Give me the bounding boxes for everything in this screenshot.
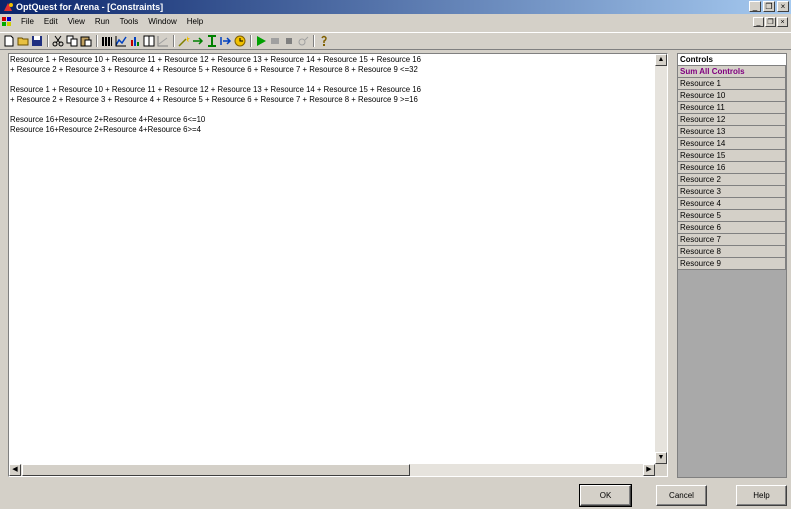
menu-edit[interactable]: Edit (39, 17, 63, 27)
bar-chart-icon[interactable] (129, 35, 141, 47)
control-item[interactable]: Resource 11 (678, 102, 786, 114)
control-item[interactable]: Resource 3 (678, 186, 786, 198)
paste-icon[interactable] (80, 35, 92, 47)
sigma-icon[interactable] (297, 35, 309, 47)
window-title: OptQuest for Arena - [Constraints] (16, 2, 164, 12)
resize-grip (655, 464, 667, 476)
scroll-right-icon[interactable]: ▶ (643, 464, 655, 476)
horizontal-scroll-thumb[interactable] (22, 464, 410, 476)
stop-icon[interactable] (283, 35, 295, 47)
constraint-line (10, 105, 654, 115)
constraint-line: + Resource 2 + Resource 3 + Resource 4 +… (10, 95, 418, 104)
menu-tools[interactable]: Tools (115, 17, 144, 27)
constraint-line: + Resource 2 + Resource 3 + Resource 4 +… (10, 65, 418, 74)
horizontal-scrollbar[interactable]: ◀ ▶ (9, 464, 655, 476)
control-item[interactable]: Resource 14 (678, 138, 786, 150)
scroll-left-icon[interactable]: ◀ (9, 464, 21, 476)
document-icon[interactable] (2, 17, 12, 27)
scroll-up-icon[interactable]: ▲ (655, 54, 667, 66)
scroll-down-icon[interactable]: ▼ (655, 452, 667, 464)
help-button[interactable]: Help (736, 485, 787, 506)
requirement-icon[interactable] (220, 35, 232, 47)
help-context-icon[interactable] (318, 35, 330, 47)
control-item[interactable]: Resource 4 (678, 198, 786, 210)
toolbar (0, 32, 791, 50)
copy-icon[interactable] (66, 35, 78, 47)
control-item[interactable]: Resource 12 (678, 114, 786, 126)
constraint-line: Resource 1 + Resource 10 + Resource 11 +… (10, 85, 421, 94)
close-button[interactable]: × (777, 1, 789, 12)
split-view-icon[interactable] (143, 35, 155, 47)
menu-bar: File Edit View Run Tools Window Help _ ❐… (0, 15, 791, 29)
control-item[interactable]: Resource 10 (678, 90, 786, 102)
controls-panel: Controls Sum All Controls Resource 1 Res… (677, 53, 787, 478)
title-bar: OptQuest for Arena - [Constraints] _ ❐ × (0, 0, 791, 14)
sum-all-controls[interactable]: Sum All Controls (678, 66, 786, 78)
control-item[interactable]: Resource 13 (678, 126, 786, 138)
constraints-editor[interactable]: Resource 1 + Resource 10 + Resource 11 +… (8, 53, 668, 477)
save-icon[interactable] (31, 35, 43, 47)
restore-button[interactable]: ❐ (763, 1, 775, 12)
controls-header: Controls (678, 54, 786, 66)
menu-file[interactable]: File (16, 17, 39, 27)
pause-icon[interactable] (269, 35, 281, 47)
run-icon[interactable] (255, 35, 267, 47)
wizard-icon[interactable] (178, 35, 190, 47)
scatter-icon[interactable] (157, 35, 169, 47)
control-item[interactable]: Resource 8 (678, 246, 786, 258)
constraint-line: Resource 1 + Resource 10 + Resource 11 +… (10, 55, 421, 64)
control-item[interactable]: Resource 15 (678, 150, 786, 162)
doc-minimize-button[interactable]: _ (753, 17, 764, 27)
menu-view[interactable]: View (63, 17, 90, 27)
open-folder-icon[interactable] (17, 35, 29, 47)
vertical-scrollbar[interactable]: ▲ ▼ (655, 54, 667, 464)
ok-button[interactable]: OK (579, 484, 632, 507)
control-item[interactable]: Resource 2 (678, 174, 786, 186)
doc-close-button[interactable]: × (777, 17, 788, 27)
options-clock-icon[interactable] (234, 35, 246, 47)
bar-table-icon[interactable] (101, 35, 113, 47)
new-file-icon[interactable] (3, 35, 15, 47)
cancel-button[interactable]: Cancel (656, 485, 707, 506)
constraint-icon[interactable] (192, 35, 204, 47)
control-item[interactable]: Resource 1 (678, 78, 786, 90)
menu-help[interactable]: Help (182, 17, 208, 27)
control-item[interactable]: Resource 9 (678, 258, 786, 270)
objective-icon[interactable] (206, 35, 218, 47)
menu-run[interactable]: Run (90, 17, 115, 27)
control-item[interactable]: Resource 5 (678, 210, 786, 222)
constraint-line: Resource 16+Resource 2+Resource 4+Resour… (10, 115, 206, 124)
app-icon (4, 3, 13, 11)
constraint-line: Resource 16+Resource 2+Resource 4+Resour… (10, 125, 201, 134)
line-chart-icon[interactable] (115, 35, 127, 47)
dialog-button-bar: OK Cancel Help (0, 480, 791, 509)
cut-icon[interactable] (52, 35, 64, 47)
control-item[interactable]: Resource 6 (678, 222, 786, 234)
control-item[interactable]: Resource 16 (678, 162, 786, 174)
menu-window[interactable]: Window (143, 17, 181, 27)
doc-restore-button[interactable]: ❐ (765, 17, 776, 27)
constraint-line (10, 75, 654, 85)
minimize-button[interactable]: _ (749, 1, 761, 12)
control-item[interactable]: Resource 7 (678, 234, 786, 246)
